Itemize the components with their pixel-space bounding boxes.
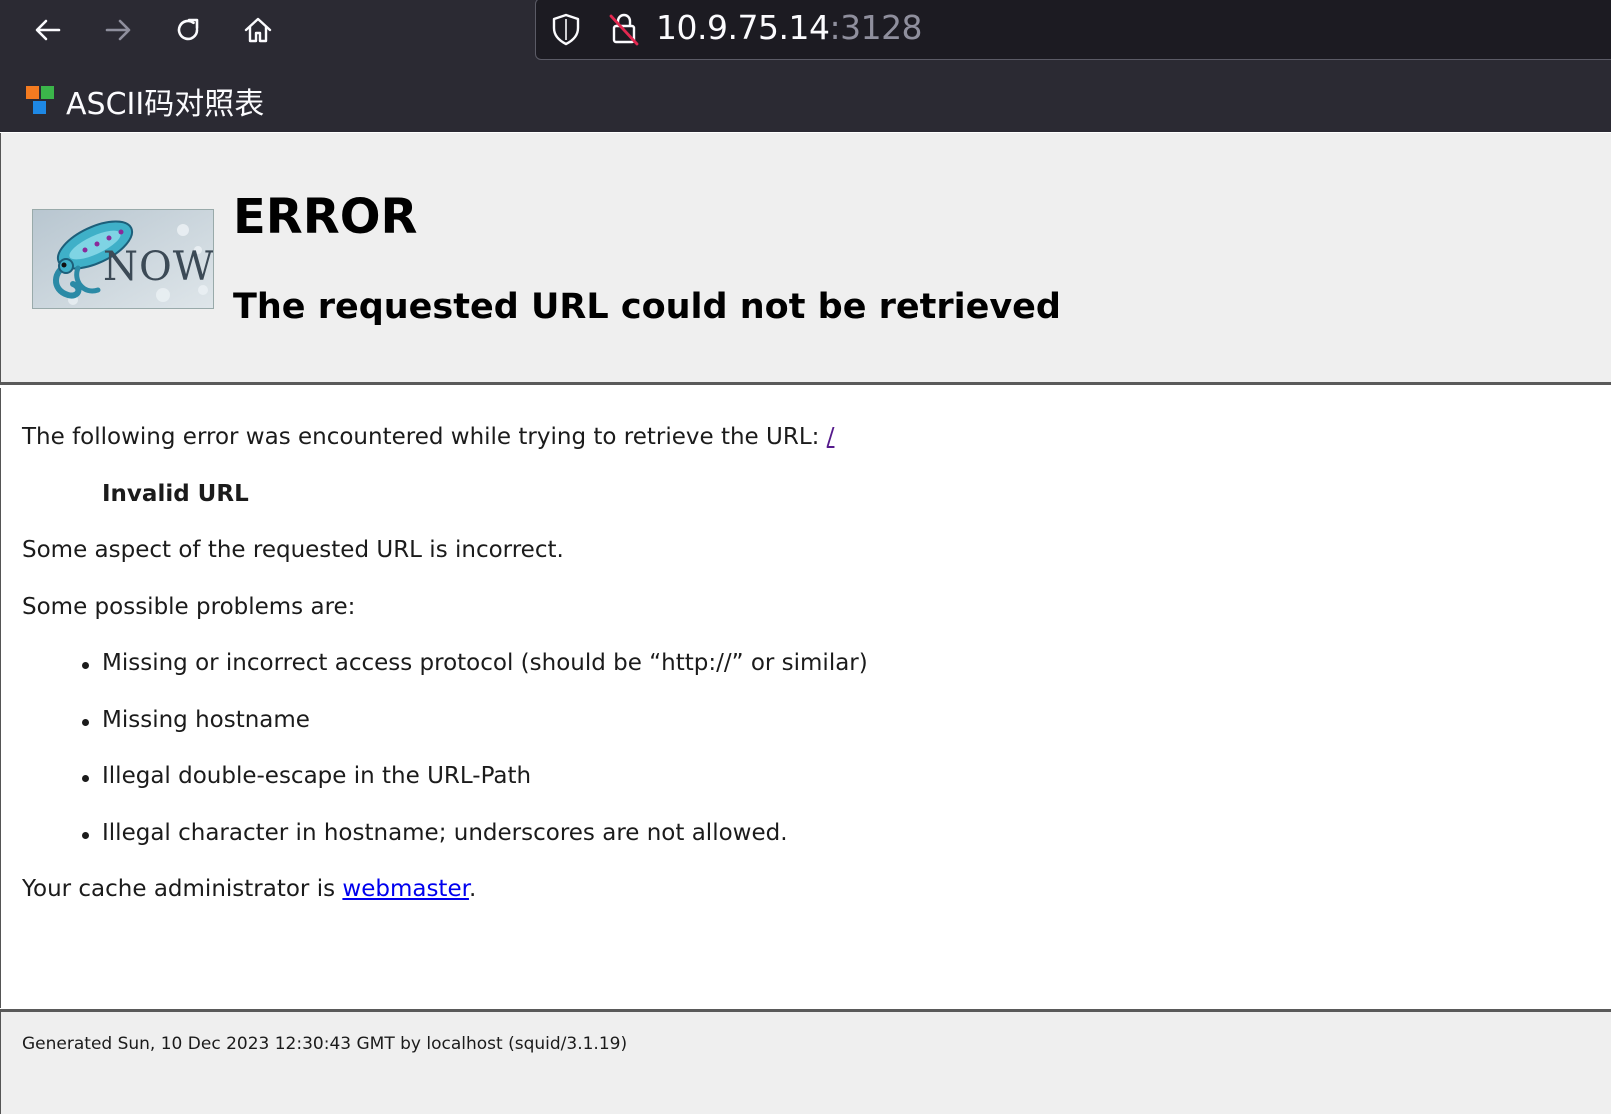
reload-icon <box>177 18 199 41</box>
error-header: NOW ERROR The requested URL could not be… <box>0 133 1611 385</box>
bookmark-label: ASCII码对照表 <box>66 87 265 122</box>
insecure-lock-icon[interactable] <box>606 11 642 47</box>
home-icon <box>244 17 272 43</box>
list-item: Illegal double-escape in the URL-Path <box>82 763 532 789</box>
back-arrow-icon <box>35 19 61 41</box>
list-item: Missing hostname <box>82 707 310 733</box>
address-bar[interactable]: 10.9.75.14:3128 <box>535 0 1611 60</box>
back-button[interactable] <box>26 8 70 52</box>
bookmarks-toolbar: ASCII码对照表 <box>0 70 1611 132</box>
error-footer: Generated Sun, 10 Dec 2023 12:30:43 GMT … <box>0 1009 1611 1114</box>
admin-suffix: . <box>468 876 477 902</box>
requested-url-link[interactable]: / <box>827 424 835 450</box>
logo-text: NOW <box>103 244 214 290</box>
reload-button[interactable] <box>166 8 210 52</box>
bullet-icon <box>82 775 89 782</box>
error-name: Invalid URL <box>102 481 249 507</box>
list-item-text: Illegal double-escape in the URL-Path <box>102 763 532 789</box>
problems-heading: Some possible problems are: <box>22 594 356 620</box>
url-host: 10.9.75.14 <box>656 8 830 47</box>
list-item-text: Missing hostname <box>102 707 310 733</box>
url-text[interactable]: 10.9.75.14:3128 <box>656 8 923 47</box>
forward-arrow-icon <box>105 19 131 41</box>
admin-text: Your cache administrator is webmaster. <box>22 876 476 902</box>
home-button[interactable] <box>236 8 280 52</box>
browser-toolbar: 10.9.75.14:3128 ASCII码对照表 <box>0 0 1611 132</box>
bullet-icon <box>82 832 89 839</box>
list-item: Illegal character in hostname; underscor… <box>82 820 788 846</box>
list-item-text: Missing or incorrect access protocol (sh… <box>102 650 868 676</box>
squid-logo: NOW <box>32 209 214 309</box>
forward-button[interactable] <box>96 8 140 52</box>
page-title: ERROR <box>233 189 418 245</box>
list-item-text: Illegal character in hostname; underscor… <box>102 820 788 846</box>
page-subtitle: The requested URL could not be retrieved <box>233 287 1061 327</box>
intro-label: The following error was encountered whil… <box>22 424 827 450</box>
generated-text: Generated Sun, 10 Dec 2023 12:30:43 GMT … <box>22 1034 628 1054</box>
error-description: Some aspect of the requested URL is inco… <box>22 537 564 563</box>
intro-text: The following error was encountered whil… <box>22 424 834 450</box>
url-port: :3128 <box>829 8 923 47</box>
bookmark-favicon-icon <box>26 86 56 116</box>
bullet-icon <box>82 719 89 726</box>
list-item: Missing or incorrect access protocol (sh… <box>82 650 868 676</box>
error-content: The following error was encountered whil… <box>0 388 1611 1008</box>
bookmark-ascii-table[interactable]: ASCII码对照表 <box>26 80 264 122</box>
tracking-protection-shield-icon[interactable] <box>548 11 584 47</box>
bullet-icon <box>82 662 89 669</box>
webmaster-link[interactable]: webmaster <box>342 876 469 902</box>
admin-prefix: Your cache administrator is <box>22 876 343 902</box>
